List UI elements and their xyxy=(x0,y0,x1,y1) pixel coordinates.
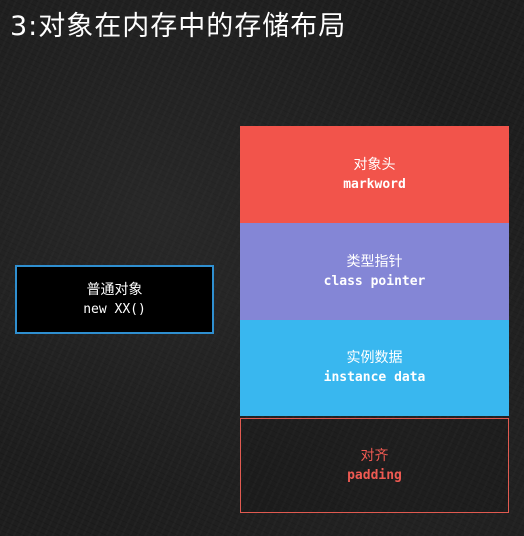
padding-label: padding xyxy=(347,467,402,483)
object-header-label: 对象头 xyxy=(353,156,396,173)
slide-title: 3:对象在内存中的存储布局 xyxy=(10,11,347,42)
padding-block: 对齐 padding xyxy=(240,418,509,513)
padding-cn-label: 对齐 xyxy=(360,447,389,464)
instance-data-label: instance data xyxy=(323,370,426,385)
plain-object-box: 普通对象 new XX() xyxy=(15,265,214,334)
instance-data-cn-label: 实例数据 xyxy=(346,350,403,366)
object-header-block: 对象头 markword xyxy=(240,126,509,223)
instance-data-block: 实例数据 instance data xyxy=(240,320,509,416)
plain-object-code: new XX() xyxy=(83,301,146,317)
class-pointer-block: 类型指针 class pointer xyxy=(240,223,509,320)
plain-object-label: 普通对象 xyxy=(86,281,143,298)
class-pointer-label: class pointer xyxy=(323,273,426,289)
class-pointer-cn-label: 类型指针 xyxy=(346,253,403,270)
markword-label: markword xyxy=(343,176,406,192)
